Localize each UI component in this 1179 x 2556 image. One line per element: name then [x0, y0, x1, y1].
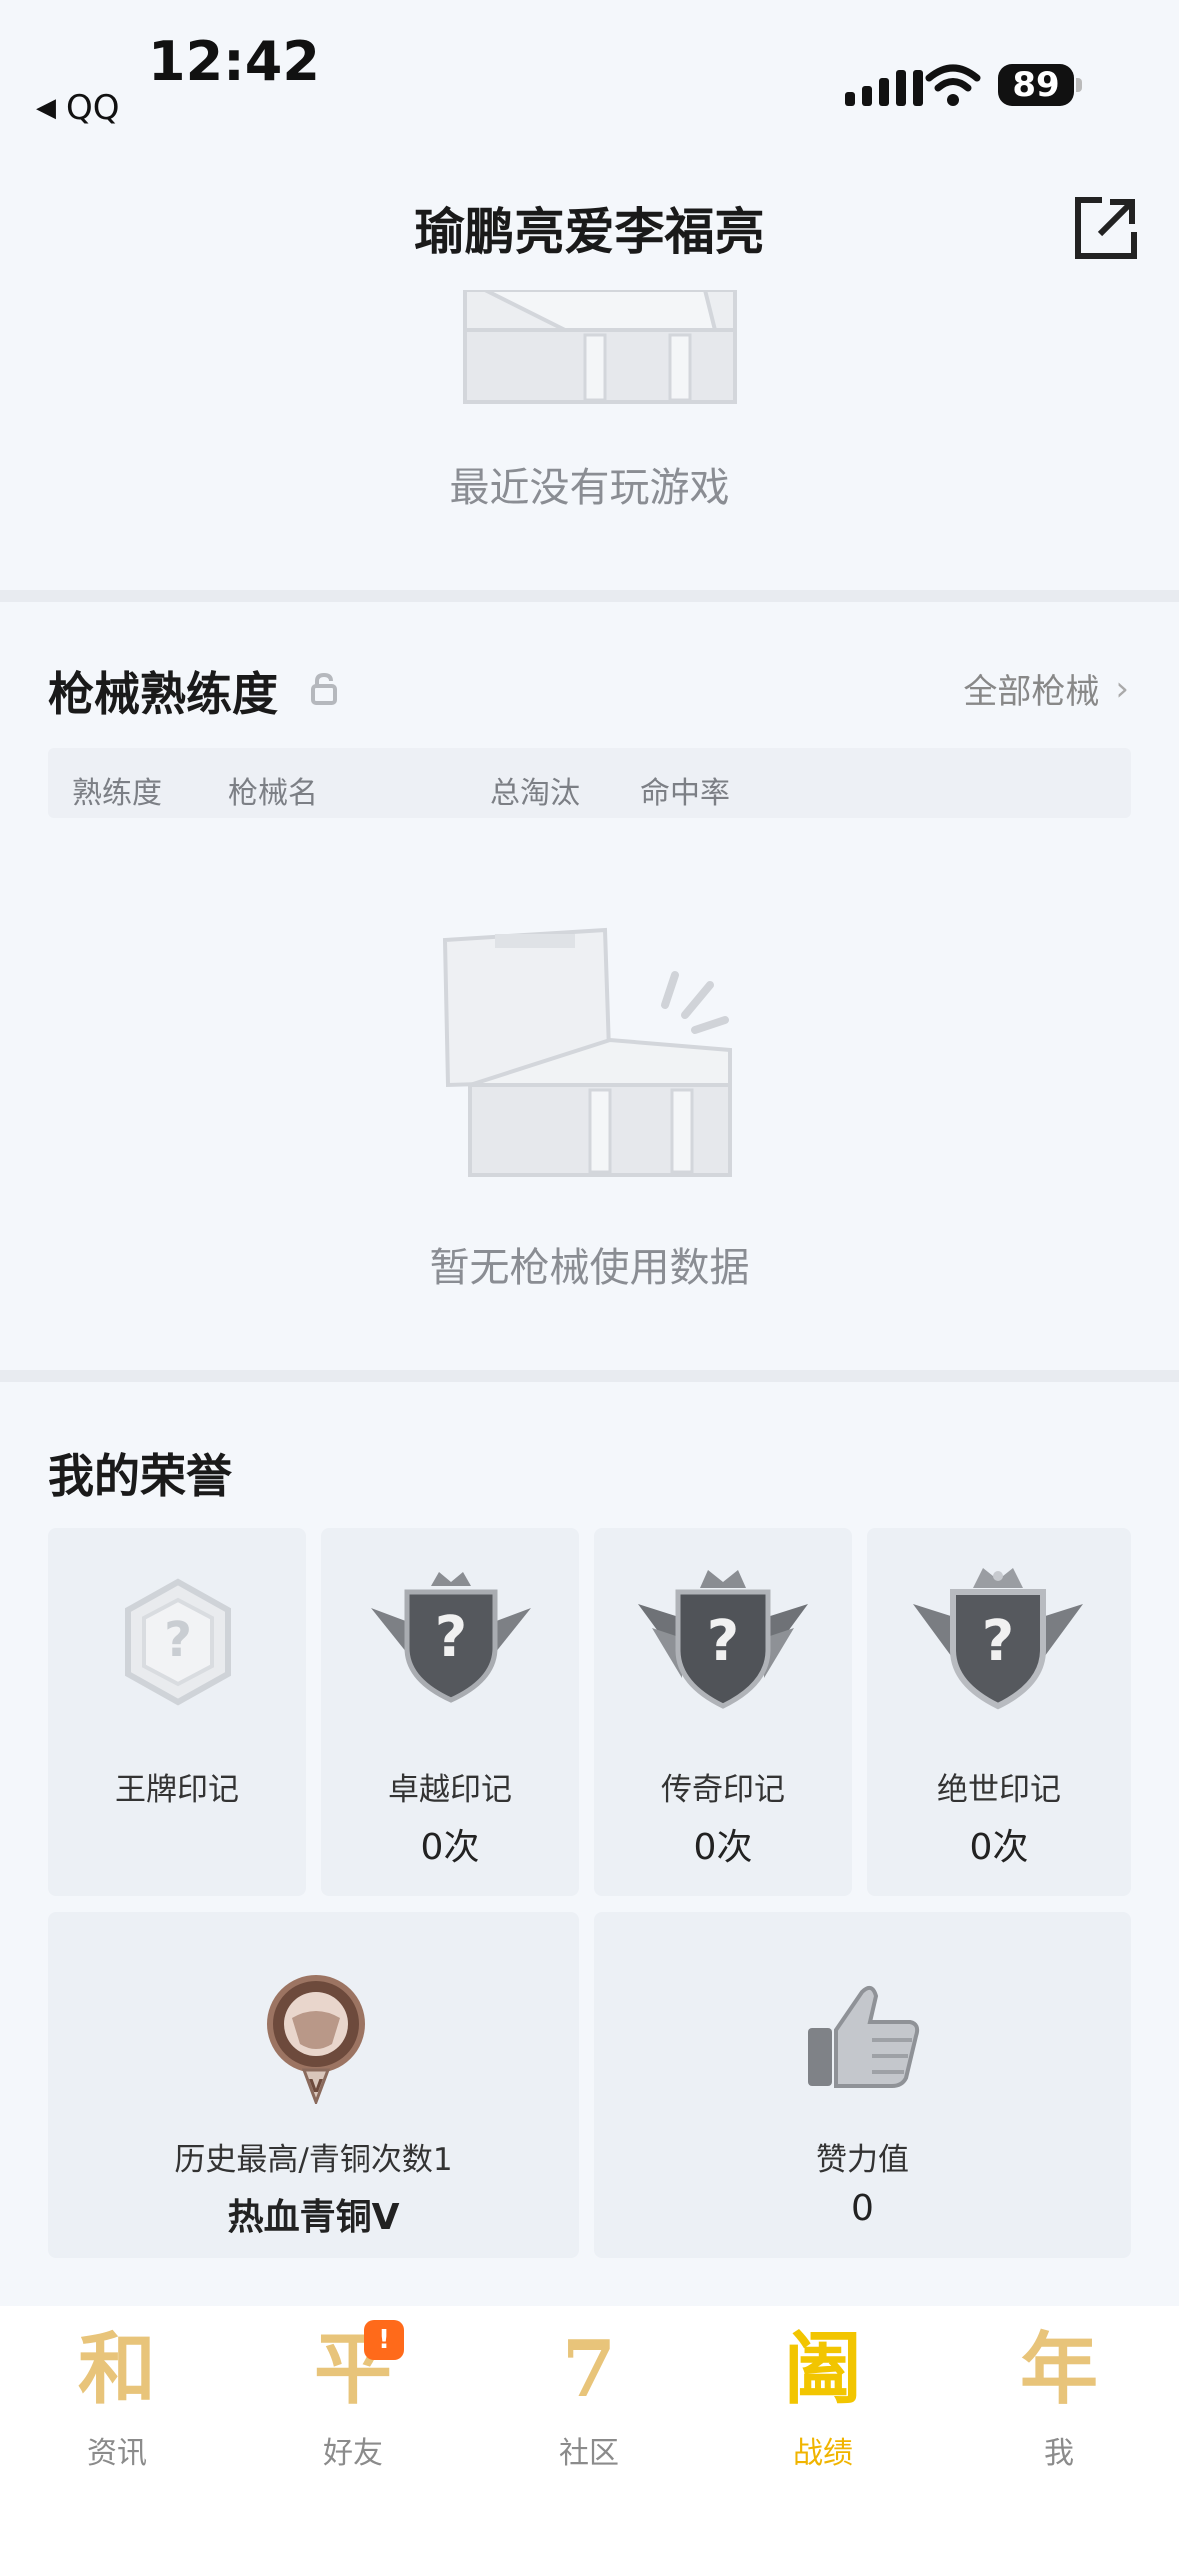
status-time: 12:42	[148, 30, 320, 93]
back-app-label: QQ	[66, 88, 120, 128]
col-gun-name: 枪械名	[228, 776, 318, 811]
peerless-mark-icon: ?	[913, 1568, 1083, 1710]
rank-caption: 历史最高/青铜次数1	[174, 2142, 453, 2178]
excellent-mark-label: 卓越印记	[388, 1772, 512, 1808]
all-guns-label: 全部枪械	[963, 672, 1100, 712]
community-tab-icon: 7	[561, 2324, 617, 2415]
ace-mark-label: 王牌印记	[115, 1772, 239, 1808]
news-tab-icon: 和	[77, 2324, 156, 2415]
friends-tab-icon: 平	[313, 2324, 392, 2415]
nav-label-friends: 好友	[323, 2436, 383, 2471]
nav-label-record: 战绩	[793, 2436, 853, 2471]
svg-text:?: ?	[707, 1609, 739, 1674]
svg-text:?: ?	[164, 1612, 192, 1668]
nav-label-news: 资讯	[87, 2436, 147, 2471]
likes-card[interactable]: 赞力值 0	[594, 1912, 1131, 2258]
legend-mark-label: 传奇印记	[661, 1772, 785, 1808]
svg-text:?: ?	[435, 1605, 467, 1670]
highest-rank-card[interactable]: V 历史最高/青铜次数1 热血青铜Ⅴ	[48, 1912, 579, 2258]
nav-item-record[interactable]: 阖 战绩	[748, 2320, 898, 2472]
honor-card-legend[interactable]: ? 传奇印记 0次	[594, 1528, 852, 1896]
me-tab-icon: 年	[1019, 2324, 1098, 2415]
col-mastery: 熟练度	[72, 776, 162, 811]
honor-card-peerless[interactable]: ? 绝世印记 0次	[867, 1528, 1131, 1896]
section-divider	[0, 1370, 1179, 1382]
back-to-qq-link[interactable]: ◀ QQ	[36, 88, 120, 128]
nav-item-news[interactable]: 和 资讯	[42, 2320, 192, 2472]
weapon-table-header: 熟练度 枪械名 总淘汰 命中率	[48, 748, 1131, 818]
honors-title: 我的荣誉	[48, 1449, 232, 1503]
record-tab-icon: 阖	[783, 2324, 862, 2415]
recent-games-empty-text: 最近没有玩游戏	[449, 465, 730, 511]
svg-text:V: V	[309, 2076, 323, 2097]
weapon-mastery-title: 枪械熟练度	[48, 667, 278, 721]
empty-box-illustration	[442, 927, 732, 1177]
chevron-right-icon: ›	[1115, 668, 1129, 709]
nav-label-me: 我	[1044, 2436, 1074, 2471]
nav-item-community[interactable]: 7 社区	[514, 2320, 664, 2472]
wifi-icon	[925, 64, 981, 106]
ace-mark-icon: ?	[125, 1578, 231, 1706]
all-guns-link[interactable]: 全部枪械 ›	[963, 664, 1129, 713]
battery-icon: 89	[998, 64, 1074, 106]
lock-icon[interactable]	[310, 672, 338, 706]
legend-mark-count: 0次	[693, 1827, 753, 1868]
nav-item-friends[interactable]: 平 好友	[278, 2320, 428, 2472]
nav-label-community: 社区	[559, 2436, 619, 2471]
share-icon[interactable]	[1072, 194, 1140, 262]
rank-value: 热血青铜Ⅴ	[227, 2197, 400, 2238]
bronze-rank-icon: V	[267, 1975, 365, 2104]
weapon-empty-text: 暂无枪械使用数据	[429, 1245, 750, 1291]
page-title: 瑜鹏亮爱李福亮	[414, 203, 765, 261]
honor-card-ace[interactable]: ? 王牌印记	[48, 1528, 306, 1896]
honor-card-excellent[interactable]: ? 卓越印记 0次	[321, 1528, 579, 1896]
battery-cap	[1076, 78, 1082, 92]
peerless-mark-count: 0次	[969, 1827, 1029, 1868]
empty-box-illustration	[463, 290, 737, 404]
peerless-mark-label: 绝世印记	[937, 1772, 1061, 1808]
col-hit-rate: 命中率	[640, 776, 730, 811]
friends-notification-badge: !	[364, 2320, 404, 2360]
svg-text:?: ?	[982, 1609, 1014, 1674]
likes-caption: 赞力值	[816, 2142, 909, 2178]
likes-value: 0	[851, 2188, 874, 2229]
section-divider	[0, 590, 1179, 602]
legend-mark-icon: ?	[638, 1570, 808, 1709]
excellent-mark-icon: ?	[371, 1572, 531, 1703]
cellular-signal-icon	[845, 70, 923, 106]
thumbs-up-icon	[808, 1985, 920, 2088]
col-total-kills: 总淘汰	[490, 776, 580, 811]
nav-item-me[interactable]: 年 我	[984, 2320, 1134, 2472]
back-triangle-icon: ◀	[36, 93, 56, 123]
excellent-mark-count: 0次	[420, 1827, 480, 1868]
